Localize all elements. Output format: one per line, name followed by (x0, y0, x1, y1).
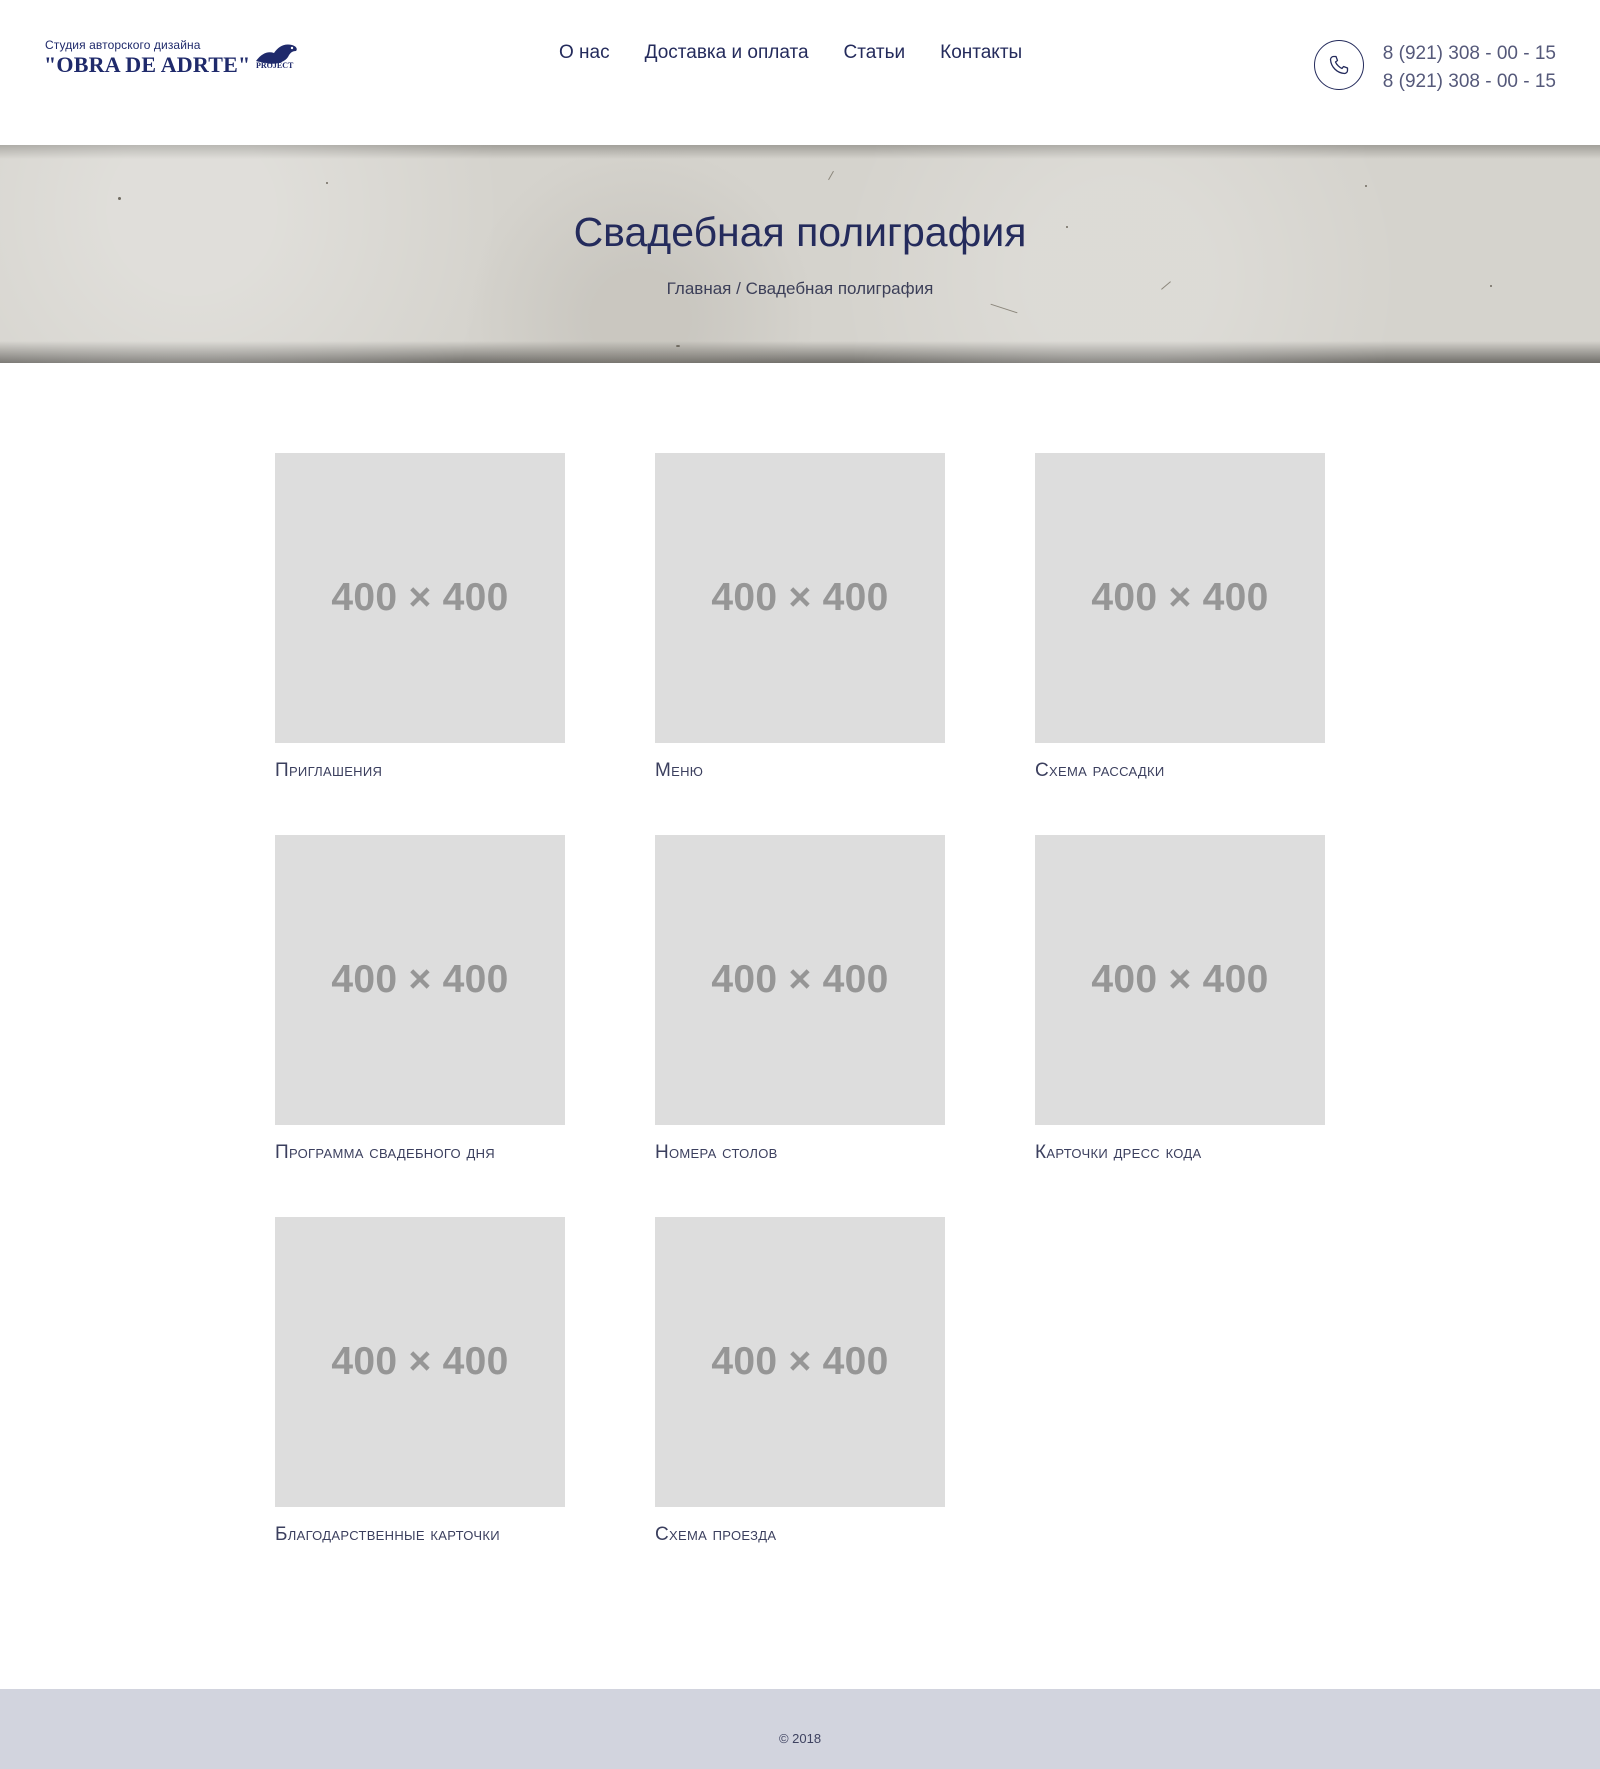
phone-link-1[interactable]: 8 (921) 308 - 00 - 15 (1379, 40, 1556, 68)
breadcrumb: Главная / Свадебная полиграфия (0, 278, 1600, 300)
nav-link-about[interactable]: О нас (559, 41, 610, 65)
category-card-directions-map[interactable]: 400 × 400 Схема проезда (655, 1217, 945, 1546)
category-title[interactable]: Приглашения (275, 760, 565, 782)
category-card-invitations[interactable]: 400 × 400 Приглашения (275, 453, 565, 782)
breadcrumb-separator: / (731, 279, 746, 298)
placeholder-label: 400 × 400 (711, 958, 889, 1001)
logo-suffix: PROJECT (256, 61, 294, 70)
image-placeholder[interactable]: 400 × 400 (655, 835, 945, 1125)
main-nav: О нас Доставка и оплата Статьи Контакты (559, 41, 1022, 65)
phone-numbers: 8 (921) 308 - 00 - 15 8 (921) 308 - 00 -… (1379, 40, 1556, 96)
paper-speck (118, 197, 121, 200)
category-card-thank-you-cards[interactable]: 400 × 400 Благодарственные карточки (275, 1217, 565, 1546)
image-placeholder[interactable]: 400 × 400 (275, 453, 565, 743)
breadcrumb-home-link[interactable]: Главная (667, 279, 732, 298)
paper-speck (1365, 185, 1367, 187)
placeholder-label: 400 × 400 (331, 958, 509, 1001)
nav-link-delivery[interactable]: Доставка и оплата (645, 41, 809, 65)
nav-link-contacts[interactable]: Контакты (940, 41, 1022, 65)
paper-speck (326, 182, 328, 184)
category-title[interactable]: Номера столов (655, 1142, 945, 1164)
placeholder-label: 400 × 400 (331, 1340, 509, 1383)
paper-fiber (828, 170, 834, 181)
placeholder-label: 400 × 400 (1091, 576, 1269, 619)
category-card-dress-code[interactable]: 400 × 400 Карточки дресс кода (1035, 835, 1325, 1164)
category-card-wedding-program[interactable]: 400 × 400 Программа свадебного дня (275, 835, 565, 1164)
category-card-table-numbers[interactable]: 400 × 400 Номера столов (655, 835, 945, 1164)
placeholder-label: 400 × 400 (711, 1340, 889, 1383)
category-title[interactable]: Программа свадебного дня (275, 1142, 565, 1164)
logo-name: "OBRA DE ADRTE" (44, 52, 251, 77)
copyright: © 2018 (778, 1731, 822, 1746)
site-footer: © 2018 (0, 1689, 1600, 1769)
image-placeholder[interactable]: 400 × 400 (1035, 835, 1325, 1125)
placeholder-label: 400 × 400 (1091, 958, 1269, 1001)
category-card-menu[interactable]: 400 × 400 Меню (655, 453, 945, 782)
phone-link-2[interactable]: 8 (921) 308 - 00 - 15 (1379, 68, 1556, 96)
category-title[interactable]: Схема рассадки (1035, 760, 1325, 782)
category-title[interactable]: Благодарственные карточки (275, 1524, 565, 1546)
category-title[interactable]: Схема проезда (655, 1524, 945, 1546)
paper-fiber (990, 303, 1018, 314)
category-card-seating-chart[interactable]: 400 × 400 Схема рассадки (1035, 453, 1325, 782)
category-title[interactable]: Карточки дресс кода (1035, 1142, 1325, 1164)
category-title[interactable]: Меню (655, 760, 945, 782)
phone-icon[interactable] (1314, 40, 1364, 90)
image-placeholder[interactable]: 400 × 400 (275, 835, 565, 1125)
image-placeholder[interactable]: 400 × 400 (655, 1217, 945, 1507)
breadcrumb-current: Свадебная полиграфия (745, 279, 934, 298)
image-placeholder[interactable]: 400 × 400 (655, 453, 945, 743)
image-placeholder[interactable]: 400 × 400 (275, 1217, 565, 1507)
placeholder-label: 400 × 400 (711, 576, 889, 619)
site-logo[interactable]: Студия авторского дизайна "OBRA DE ADRTE… (44, 36, 304, 86)
site-header: Студия авторского дизайна "OBRA DE ADRTE… (0, 0, 1600, 145)
nav-link-articles[interactable]: Статьи (844, 41, 906, 65)
phone-handset-icon (1329, 55, 1349, 75)
image-placeholder[interactable]: 400 × 400 (1035, 453, 1325, 743)
page-title: Свадебная полиграфия (573, 209, 1027, 255)
logo-tagline: Студия авторского дизайна (45, 38, 201, 52)
page-banner: Свадебная полиграфия Главная / Свадебная… (0, 145, 1600, 363)
placeholder-label: 400 × 400 (331, 576, 509, 619)
paper-speck (676, 345, 680, 347)
